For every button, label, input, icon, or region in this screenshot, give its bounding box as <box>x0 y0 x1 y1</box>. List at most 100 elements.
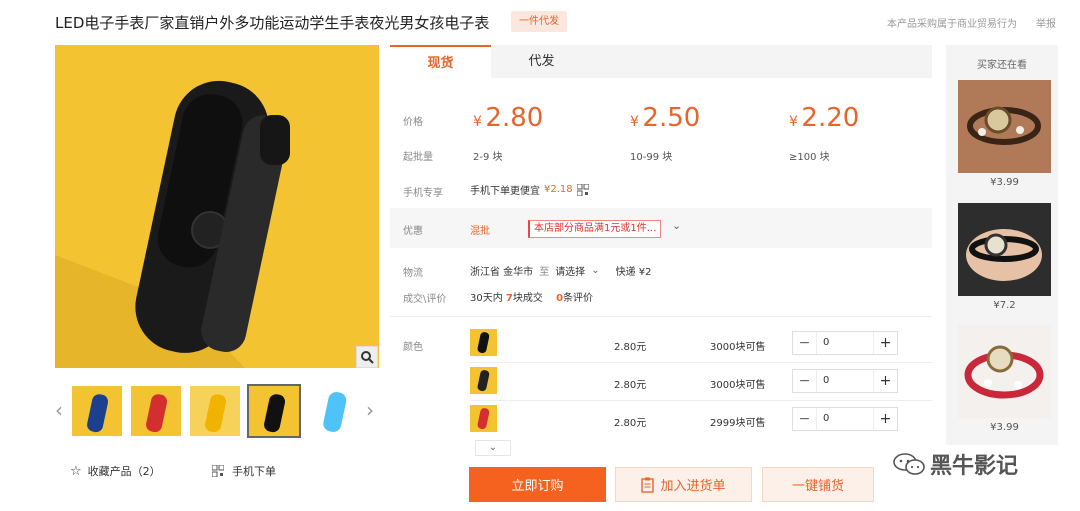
price-tier-2: ¥ 2.50 <box>630 103 700 133</box>
qrcode-icon <box>576 183 589 196</box>
mobile-order-link[interactable]: 手机下单 <box>212 463 276 479</box>
decrement-button[interactable]: − <box>793 332 817 354</box>
watermark: 黑牛影记 <box>892 448 1018 480</box>
price-range: ≥100 块 <box>789 152 830 163</box>
logistics-to: 至 <box>539 267 550 278</box>
thumbnail-red[interactable] <box>131 386 181 436</box>
price-value: 2.50 <box>642 103 701 133</box>
zoom-button[interactable] <box>356 346 378 368</box>
currency-symbol: ¥ <box>630 114 639 130</box>
decrement-button[interactable]: − <box>793 408 817 430</box>
variant-price: 2.80元 <box>614 418 647 429</box>
recommended-product-price: ¥7.2 <box>993 300 1016 311</box>
clipboard-icon <box>641 477 655 493</box>
sales-prefix: 30天内 <box>470 293 503 304</box>
price-range: 2-9 块 <box>473 152 503 163</box>
destination-select[interactable]: 请选择 <box>555 263 585 278</box>
chevron-down-icon[interactable]: ⌄ <box>591 265 599 276</box>
dropship-badge: 一件代发 <box>511 11 567 32</box>
quantity-stepper: − 0 + <box>792 407 898 431</box>
tab-spot[interactable]: 现货 <box>390 45 491 78</box>
sales-label: 成交\评价 <box>403 294 447 305</box>
favorite-product[interactable]: ☆ 收藏产品（2） <box>70 463 161 479</box>
thumbnail-cyan[interactable] <box>310 386 360 436</box>
price-tier-1: ¥ 2.80 <box>473 103 543 133</box>
increment-button[interactable]: + <box>873 332 897 354</box>
favorite-label: 收藏产品（2） <box>87 465 161 478</box>
recommended-product-image[interactable] <box>958 203 1051 296</box>
main-product-image[interactable] <box>55 45 379 368</box>
sidebar-title: 买家还在看 <box>977 60 1027 71</box>
wechat-icon <box>893 453 925 475</box>
thumbnail-yellow[interactable] <box>190 386 240 436</box>
increment-button[interactable]: + <box>873 408 897 430</box>
price-value: 2.80 <box>485 103 544 133</box>
compliance-note: 本产品采购属于商业贸易行为 <box>887 19 1017 30</box>
moq-label: 起批量 <box>403 152 433 163</box>
watermark-text: 黑牛影记 <box>930 454 1019 479</box>
price-range: 10-99 块 <box>630 152 673 163</box>
recommended-product-price: ¥3.99 <box>990 177 1019 188</box>
divider <box>470 362 932 363</box>
mobile-exclusive-offer[interactable]: 手机下单更便宜 ¥2.18 <box>470 182 589 197</box>
mobile-exclusive-price: ¥2.18 <box>544 184 573 195</box>
quantity-stepper: − 0 + <box>792 331 898 355</box>
color-label: 颜色 <box>403 342 423 353</box>
quantity-stepper: − 0 + <box>792 369 898 393</box>
variant-stock: 2999块可售 <box>710 418 766 429</box>
thumb-next-icon[interactable]: › <box>366 398 374 422</box>
quantity-input[interactable]: 0 <box>817 370 873 392</box>
variant-swatch[interactable] <box>470 367 497 394</box>
one-click-distribute-button[interactable]: 一键铺货 <box>762 467 874 502</box>
logistics-label: 物流 <box>403 268 423 279</box>
promo-text[interactable]: 本店部分商品满1元或1件... <box>528 220 662 238</box>
mobile-exclusive-text: 手机下单更便宜 <box>470 186 540 197</box>
decrement-button[interactable]: − <box>793 370 817 392</box>
mobile-exclusive-label: 手机专享 <box>403 188 443 199</box>
variant-swatch[interactable] <box>470 405 497 432</box>
price-value: 2.20 <box>801 103 860 133</box>
star-icon: ☆ <box>70 463 82 479</box>
increment-button[interactable]: + <box>873 370 897 392</box>
recommended-product-image[interactable] <box>958 325 1051 418</box>
thumbnail-blue[interactable] <box>72 386 122 436</box>
mobile-order-label: 手机下单 <box>232 465 276 478</box>
sales-info: 30天内 7块成交 0条评价 <box>470 289 593 304</box>
shipping-fee: 快递 ¥2 <box>615 267 652 278</box>
offer-tabs: 现货 代发 <box>390 45 932 78</box>
reviews-suffix: 条评价 <box>563 293 594 304</box>
currency-symbol: ¥ <box>473 114 482 130</box>
qrcode-icon <box>212 465 224 477</box>
logistics-origin: 浙江省 金华市 <box>470 267 534 278</box>
price-label: 价格 <box>403 117 423 128</box>
magnifier-icon <box>361 351 374 364</box>
product-title: LED电子手表厂家直销户外多功能运动学生手表夜光男女孩电子表 <box>55 14 490 32</box>
reviews-count[interactable]: 0 <box>556 293 563 304</box>
chevron-down-icon[interactable]: ⌄ <box>672 219 681 232</box>
price-tier-3: ¥ 2.20 <box>789 103 859 133</box>
recommended-product-image[interactable] <box>958 80 1051 173</box>
add-to-cart-label: 加入进货单 <box>660 479 726 494</box>
variant-price: 2.80元 <box>614 342 647 353</box>
sales-count-suffix: 块成交 <box>512 293 543 304</box>
recommended-product-price: ¥3.99 <box>990 422 1019 433</box>
thumb-prev-icon[interactable]: ‹ <box>55 398 63 422</box>
report-link[interactable]: 举报 <box>1036 15 1056 30</box>
logistics-info: 浙江省 金华市 至 请选择 ⌄ 快递 ¥2 <box>470 263 651 278</box>
variant-swatch[interactable] <box>470 329 497 356</box>
variant-price: 2.80元 <box>614 380 647 391</box>
order-now-button[interactable]: 立即订购 <box>469 467 606 502</box>
quantity-input[interactable]: 0 <box>817 332 873 354</box>
promo-label: 优惠 <box>403 226 423 237</box>
expand-variants-button[interactable]: ⌄ <box>475 440 511 456</box>
thumbnail-black[interactable] <box>247 384 301 438</box>
quantity-input[interactable]: 0 <box>817 408 873 430</box>
sales-count: 7 <box>505 293 513 304</box>
add-to-cart-button[interactable]: 加入进货单 <box>615 467 752 502</box>
promo-type: 混批 <box>470 226 490 237</box>
currency-symbol: ¥ <box>789 114 798 130</box>
divider <box>470 400 932 401</box>
variant-stock: 3000块可售 <box>710 342 766 353</box>
tab-dropship[interactable]: 代发 <box>491 45 592 78</box>
variant-stock: 3000块可售 <box>710 380 766 391</box>
